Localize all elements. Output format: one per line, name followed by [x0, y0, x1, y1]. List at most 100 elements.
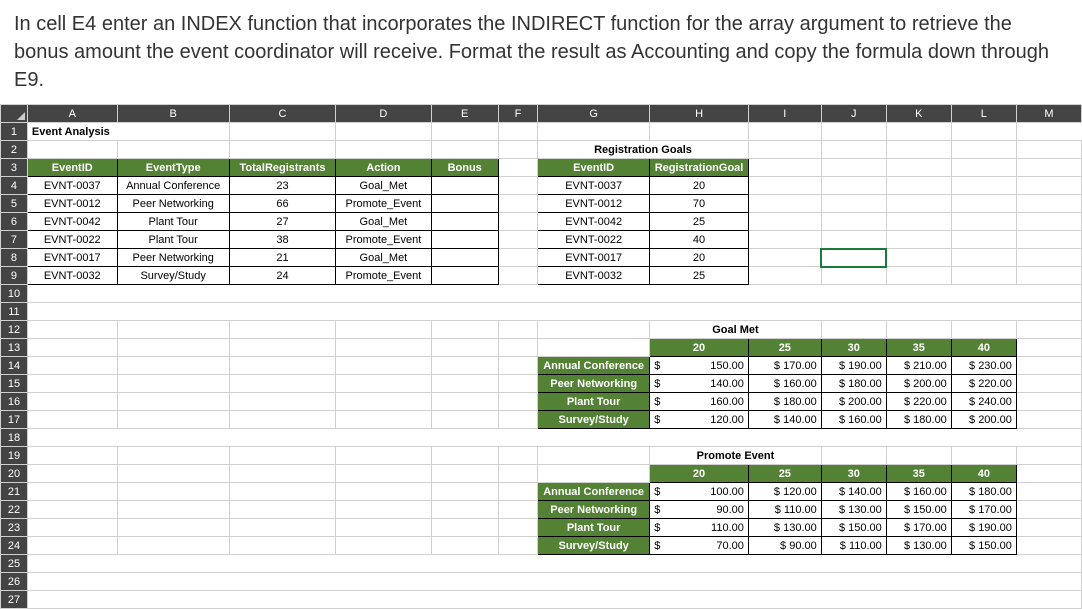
cell[interactable]: [27, 411, 117, 429]
cell[interactable]: $ 200.00: [821, 393, 886, 411]
row-header[interactable]: 15: [1, 375, 28, 393]
cell[interactable]: [27, 429, 1081, 447]
cat-hdr[interactable]: Survey/Study: [538, 411, 650, 429]
cell[interactable]: [431, 519, 498, 537]
cell[interactable]: $160.00: [650, 393, 749, 411]
cell[interactable]: $ 180.00: [886, 411, 951, 429]
cell[interactable]: 70: [650, 195, 749, 213]
cell[interactable]: $120.00: [650, 411, 749, 429]
cell[interactable]: [431, 267, 498, 285]
cell[interactable]: [431, 123, 498, 141]
cell[interactable]: [336, 465, 431, 483]
cell[interactable]: [229, 483, 336, 501]
cell[interactable]: [1016, 213, 1081, 231]
cell[interactable]: $ 180.00: [951, 483, 1016, 501]
cell[interactable]: [117, 465, 229, 483]
cell[interactable]: [748, 159, 821, 177]
cell[interactable]: [498, 177, 537, 195]
cell[interactable]: [229, 375, 336, 393]
cell[interactable]: [27, 537, 117, 555]
col-header[interactable]: A: [27, 105, 117, 123]
cell[interactable]: [336, 357, 431, 375]
cell[interactable]: EVNT-0032: [27, 267, 117, 285]
cell[interactable]: Goal_Met: [336, 177, 431, 195]
cell[interactable]: [886, 123, 951, 141]
cell[interactable]: [821, 177, 886, 195]
cell[interactable]: $ 110.00: [821, 537, 886, 555]
cell[interactable]: Promote_Event: [336, 195, 431, 213]
cell[interactable]: [1016, 447, 1081, 465]
cell[interactable]: [1016, 393, 1081, 411]
cell[interactable]: [27, 465, 117, 483]
row-header[interactable]: 5: [1, 195, 28, 213]
cell[interactable]: [498, 465, 537, 483]
cell[interactable]: $ 170.00: [951, 501, 1016, 519]
cell[interactable]: 66: [229, 195, 336, 213]
cell[interactable]: [27, 555, 1081, 573]
cell[interactable]: [117, 141, 229, 159]
cell[interactable]: [117, 375, 229, 393]
cell[interactable]: [27, 285, 1081, 303]
cell[interactable]: [117, 339, 229, 357]
cell[interactable]: [27, 393, 117, 411]
cell[interactable]: [117, 501, 229, 519]
cell[interactable]: [951, 267, 1016, 285]
cell[interactable]: EVNT-0042: [538, 213, 650, 231]
cell[interactable]: [821, 213, 886, 231]
row-header[interactable]: 19: [1, 447, 28, 465]
cell[interactable]: [821, 447, 886, 465]
row-header[interactable]: 21: [1, 483, 28, 501]
cell[interactable]: [951, 321, 1016, 339]
cell[interactable]: $ 150.00: [886, 501, 951, 519]
cell[interactable]: [886, 231, 951, 249]
cell[interactable]: [538, 447, 650, 465]
row-header[interactable]: 9: [1, 267, 28, 285]
cell[interactable]: [431, 231, 498, 249]
cell[interactable]: [886, 447, 951, 465]
cell[interactable]: Goal_Met: [336, 213, 431, 231]
cell[interactable]: 25: [650, 267, 749, 285]
cell[interactable]: 20: [650, 177, 749, 195]
cell[interactable]: [498, 231, 537, 249]
cell[interactable]: [431, 195, 498, 213]
row-header[interactable]: 8: [1, 249, 28, 267]
cell[interactable]: [748, 231, 821, 249]
row-header[interactable]: 13: [1, 339, 28, 357]
cell[interactable]: [229, 123, 336, 141]
cell[interactable]: Peer Networking: [117, 249, 229, 267]
cell[interactable]: [336, 483, 431, 501]
row-header[interactable]: 23: [1, 519, 28, 537]
cell[interactable]: $ 190.00: [951, 519, 1016, 537]
row-header[interactable]: 24: [1, 537, 28, 555]
cell[interactable]: $ 180.00: [821, 375, 886, 393]
cell[interactable]: [229, 465, 336, 483]
cell[interactable]: [886, 141, 951, 159]
cell[interactable]: $ 220.00: [886, 393, 951, 411]
cell-a1[interactable]: Event Analysis: [27, 123, 229, 141]
tier-hdr[interactable]: 30: [821, 465, 886, 483]
cell[interactable]: [498, 213, 537, 231]
cell[interactable]: [1016, 501, 1081, 519]
row-header[interactable]: 2: [1, 141, 28, 159]
cell[interactable]: Promote_Event: [336, 267, 431, 285]
cell[interactable]: [117, 393, 229, 411]
cell[interactable]: $ 150.00: [821, 519, 886, 537]
cell[interactable]: $ 90.00: [748, 537, 821, 555]
col-header[interactable]: J: [821, 105, 886, 123]
cat-hdr[interactable]: Peer Networking: [538, 501, 650, 519]
cell[interactable]: [821, 141, 886, 159]
cell[interactable]: [1016, 483, 1081, 501]
cell[interactable]: 40: [650, 231, 749, 249]
cell[interactable]: [431, 141, 498, 159]
cell[interactable]: [886, 213, 951, 231]
cell[interactable]: [229, 339, 336, 357]
row-header[interactable]: 18: [1, 429, 28, 447]
hdr-reg-goal[interactable]: RegistrationGoal: [650, 159, 749, 177]
cell[interactable]: [117, 483, 229, 501]
hdr-eventid[interactable]: EventID: [27, 159, 117, 177]
cell[interactable]: $ 230.00: [951, 357, 1016, 375]
spreadsheet[interactable]: A B C D E F G H I J K L M 1 Event Analys…: [0, 104, 1082, 609]
row-header[interactable]: 10: [1, 285, 28, 303]
select-all-corner[interactable]: [1, 105, 28, 123]
cell[interactable]: 38: [229, 231, 336, 249]
